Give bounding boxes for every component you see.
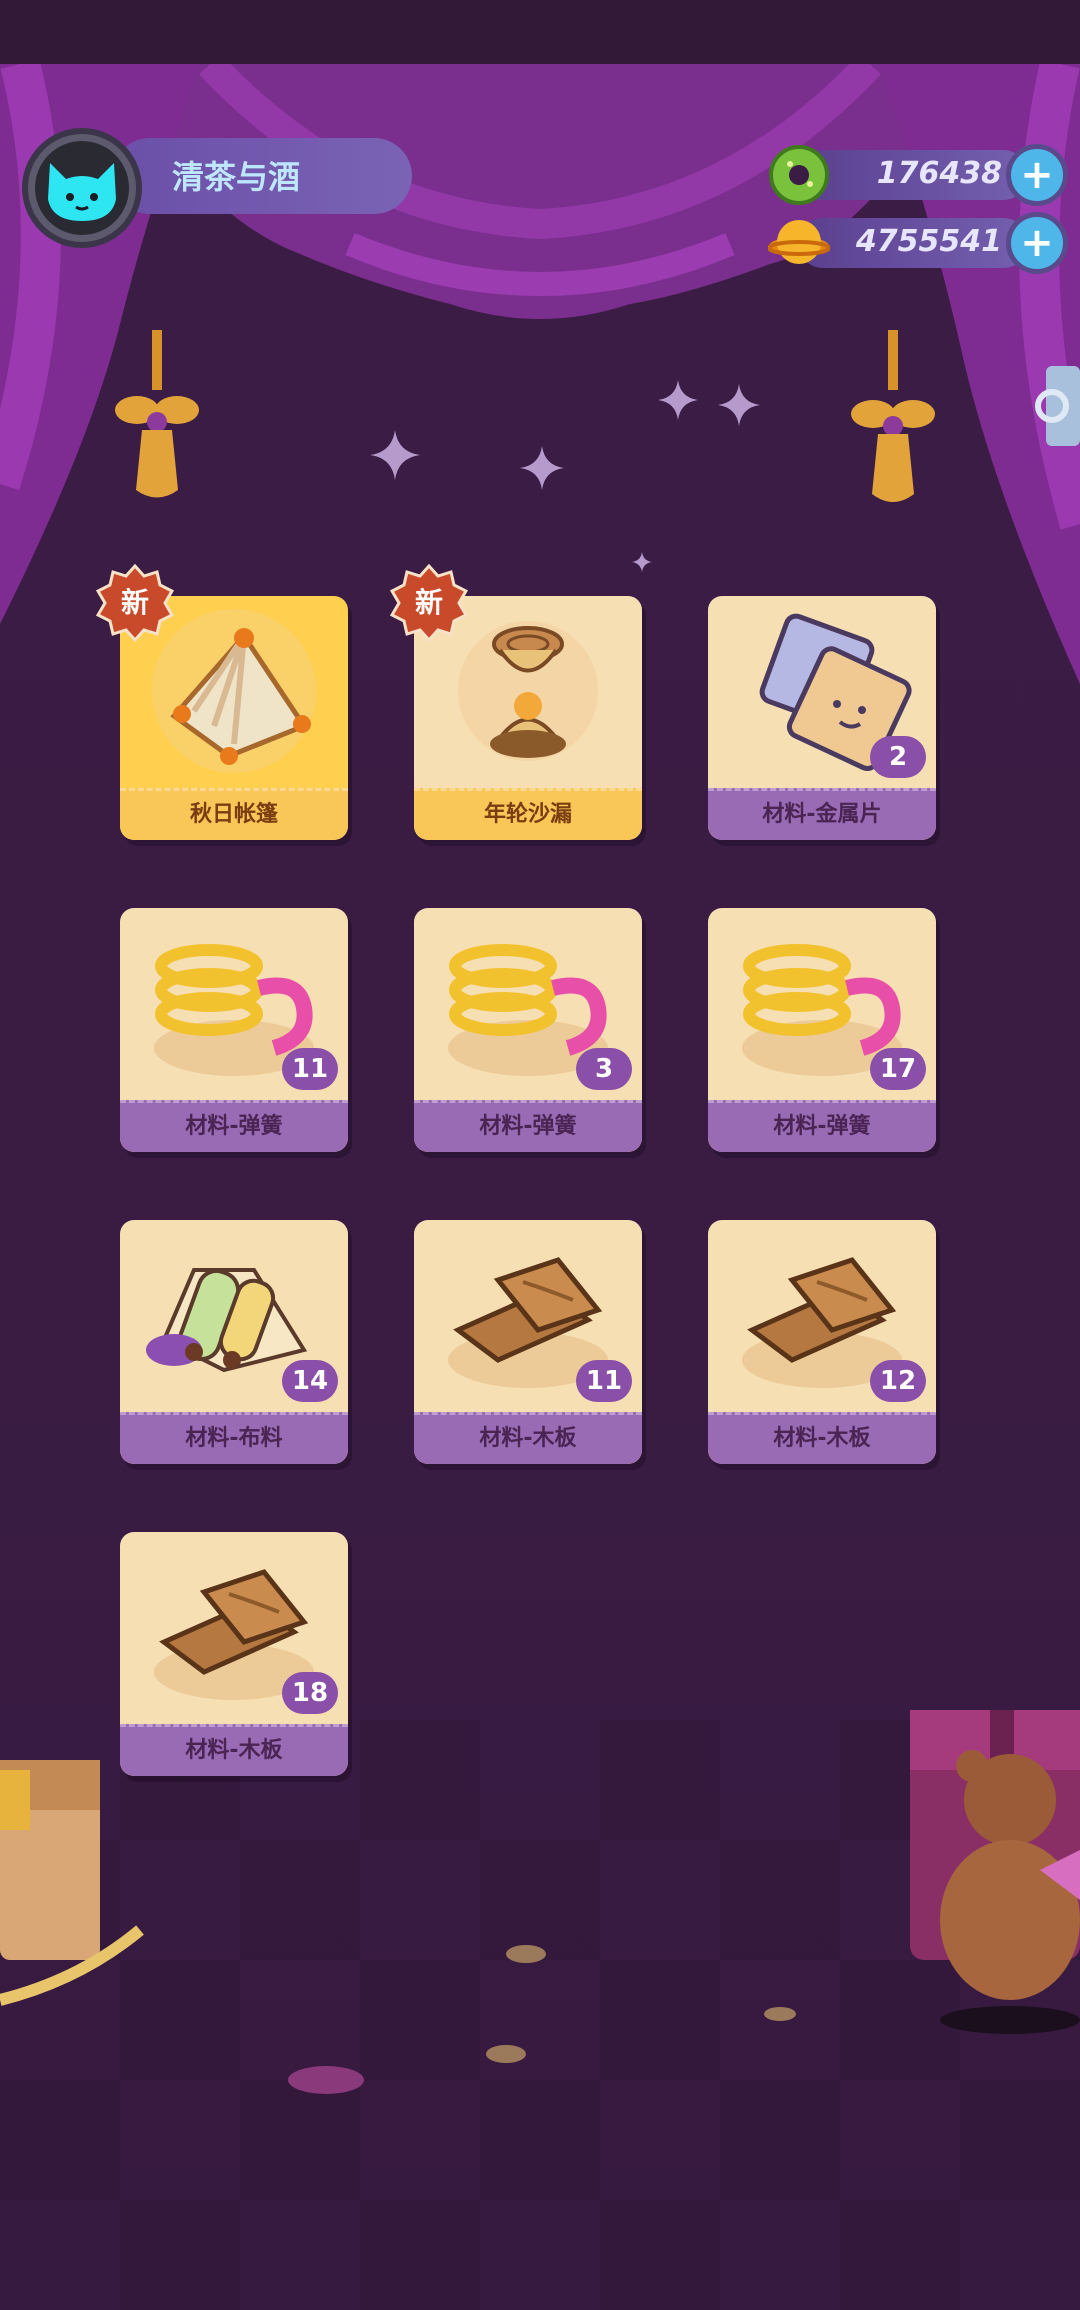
item-count-badge: 18 — [282, 1672, 338, 1714]
inventory-item-card[interactable]: 12 材料-木板 — [708, 1220, 936, 1464]
new-item-badge-label: 新 — [414, 586, 443, 619]
add-donut-coins-button[interactable]: + — [1006, 144, 1068, 206]
currency-planet: 4755541 + — [768, 212, 1068, 274]
inventory-item-card[interactable]: 14 材料-布料 — [120, 1220, 348, 1464]
inventory-item-card[interactable]: 17 材料-弹簧 — [708, 908, 936, 1152]
avatar[interactable] — [22, 128, 142, 248]
sparkle-icon — [520, 446, 564, 490]
item-count-badge: 2 — [870, 736, 926, 778]
add-planet-coins-button[interactable]: + — [1006, 212, 1068, 274]
right-tassel — [851, 330, 935, 502]
inventory-item-card[interactable]: 2 材料-金属片 — [708, 596, 936, 840]
cardboard-box-decoration — [0, 1760, 144, 2006]
new-item-badge: 新 — [95, 563, 175, 643]
item-label: 材料-弹簧 — [708, 1100, 936, 1152]
item-label: 材料-金属片 — [708, 788, 936, 840]
currency-value: 176438 — [876, 156, 1002, 191]
cat-avatar-icon — [48, 163, 116, 221]
green-donut-coin-icon — [769, 145, 829, 205]
status-bar — [0, 0, 1080, 64]
sparkle-icon — [632, 552, 652, 572]
item-label: 材料-木板 — [120, 1724, 348, 1776]
inventory-item-card[interactable]: 3 材料-弹簧 — [414, 908, 642, 1152]
player-name: 清茶与酒 — [172, 158, 301, 196]
item-label: 材料-木板 — [414, 1412, 642, 1464]
floor-leaves-decoration — [506, 1945, 796, 2021]
name-pill: 清茶与酒 — [112, 138, 412, 214]
new-item-badge-label: 新 — [120, 586, 149, 619]
new-item-badge: 新 — [389, 563, 469, 643]
item-count-badge: 3 — [576, 1048, 632, 1090]
currency-value: 4755541 — [855, 224, 1002, 259]
currency-donut: 176438 + — [768, 144, 1068, 206]
item-label: 材料-弹簧 — [120, 1100, 348, 1152]
inventory-item-card[interactable]: 11 材料-木板 — [414, 1220, 642, 1464]
item-label: 材料-弹簧 — [414, 1100, 642, 1152]
orange-planet-coin-icon — [768, 220, 830, 264]
sparkle-icon — [370, 430, 420, 480]
item-count-badge: 14 — [282, 1360, 338, 1402]
sparkle-icon — [718, 384, 760, 426]
inventory-item-card[interactable]: 11 材料-弹簧 — [120, 908, 348, 1152]
item-count-badge: 11 — [282, 1048, 338, 1090]
item-count-badge: 11 — [576, 1360, 632, 1402]
teddy-bear-gift-decoration — [910, 1710, 1080, 2034]
item-label: 材料-木板 — [708, 1412, 936, 1464]
inventory-item-card[interactable]: 18 材料-木板 — [120, 1532, 348, 1776]
side-tab-button[interactable] — [1026, 366, 1080, 446]
item-label: 年轮沙漏 — [414, 788, 642, 840]
sparkle-icon — [658, 380, 698, 420]
item-label: 材料-布料 — [120, 1412, 348, 1464]
item-count-badge: 17 — [870, 1048, 926, 1090]
left-tassel — [115, 330, 199, 498]
item-label: 秋日帐篷 — [120, 788, 348, 840]
item-count-badge: 12 — [870, 1360, 926, 1402]
